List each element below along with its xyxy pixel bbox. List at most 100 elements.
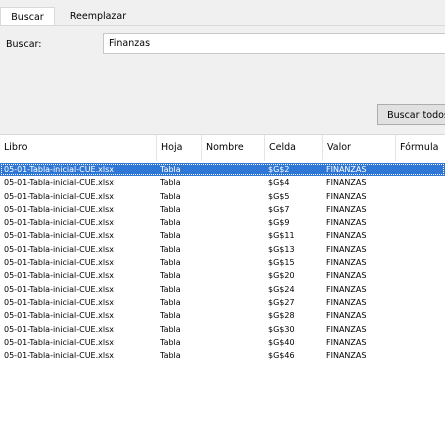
cell-valor: FINANZAS: [326, 351, 367, 361]
cell-hoja: Tabla: [160, 204, 181, 214]
cell-hoja: Tabla: [160, 284, 181, 294]
cell-libro: 05-01-Tabla-inicial-CUE.xlsx: [4, 218, 114, 228]
table-row[interactable]: 05-01-Tabla-inicial-CUE.xlsx Tabla $G$13 FI…: [0, 243, 445, 256]
cell-libro: 05-01-Tabla-inicial-CUE.xlsx: [4, 258, 114, 268]
table-row[interactable]: 05-01-Tabla-inicial-CUE.xlsx Tabla $G$28 FI…: [0, 309, 445, 322]
cell-nombre: [205, 296, 260, 309]
column-header-celda[interactable]: Celda: [265, 135, 323, 161]
cell-nombre: [205, 256, 260, 269]
table-row[interactable]: 05-01-Tabla-inicial-CUE.xlsx Tabla $G$15 FI…: [0, 256, 445, 269]
cell-celda: $G$11: [268, 231, 295, 241]
cell-celda: $G$4: [268, 178, 290, 188]
cell-hoja: Tabla: [160, 218, 181, 228]
cell-nombre: [205, 176, 260, 189]
cell-nombre: [205, 349, 260, 362]
cell-formula: [399, 283, 445, 296]
cell-valor: FINANZAS: [326, 191, 367, 201]
cell-nombre: [205, 203, 260, 216]
find-all-button[interactable]: Buscar todos: [377, 104, 445, 125]
cell-hoja: Tabla: [160, 258, 181, 268]
cell-formula: [399, 229, 445, 242]
cell-celda: $G$24: [268, 284, 295, 294]
table-row[interactable]: 05-01-Tabla-inicial-CUE.xlsx Tabla $G$30 FI…: [0, 323, 445, 336]
cell-hoja: Tabla: [160, 178, 181, 188]
cell-celda: $G$40: [268, 337, 295, 347]
table-row[interactable]: 05-01-Tabla-inicial-CUE.xlsx Tabla $G$20 FI…: [0, 269, 445, 282]
table-row[interactable]: 05-01-Tabla-inicial-CUE.xlsx Tabla $G$5 FIN…: [0, 190, 445, 203]
cell-formula: [399, 203, 445, 216]
cell-formula: [399, 296, 445, 309]
cell-valor: FINANZAS: [326, 165, 367, 174]
cell-valor: FINANZAS: [326, 297, 367, 307]
cell-libro: 05-01-Tabla-inicial-CUE.xlsx: [4, 297, 114, 307]
cell-celda: $G$46: [268, 351, 295, 361]
cell-celda: $G$2: [268, 165, 290, 174]
cell-valor: FINANZAS: [326, 258, 367, 268]
table-row[interactable]: 05-01-Tabla-inicial-CUE.xlsx Tabla $G$7 FIN…: [0, 203, 445, 216]
cell-valor: FINANZAS: [326, 244, 367, 254]
cell-valor: FINANZAS: [326, 231, 367, 241]
cell-valor: FINANZAS: [326, 204, 367, 214]
cell-libro: 05-01-Tabla-inicial-CUE.xlsx: [4, 337, 114, 347]
search-label: Buscar:: [6, 39, 42, 50]
cell-hoja: Tabla: [160, 271, 181, 281]
cell-valor: FINANZAS: [326, 178, 367, 188]
cell-formula: [399, 243, 445, 256]
cell-celda: $G$15: [268, 258, 295, 268]
cell-valor: FINANZAS: [326, 284, 367, 294]
cell-nombre: [205, 323, 260, 336]
cell-libro: 05-01-Tabla-inicial-CUE.xlsx: [4, 178, 114, 188]
table-row[interactable]: 05-01-Tabla-inicial-CUE.xlsx Tabla $G$11 FI…: [0, 229, 445, 242]
cell-celda: $G$28: [268, 311, 295, 321]
cell-hoja: Tabla: [160, 165, 181, 174]
cell-nombre: [205, 163, 260, 176]
cell-celda: $G$20: [268, 271, 295, 281]
cell-formula: [399, 190, 445, 203]
cell-celda: $G$30: [268, 324, 295, 334]
cell-formula: [399, 323, 445, 336]
cell-celda: $G$5: [268, 191, 290, 201]
table-row[interactable]: 05-01-Tabla-inicial-CUE.xlsx Tabla $G$40 FI…: [0, 336, 445, 349]
column-header-nombre[interactable]: Nombre: [202, 135, 265, 161]
cell-valor: FINANZAS: [326, 218, 367, 228]
cell-nombre: [205, 283, 260, 296]
cell-valor: FINANZAS: [326, 271, 367, 281]
cell-libro: 05-01-Tabla-inicial-CUE.xlsx: [4, 231, 114, 241]
cell-hoja: Tabla: [160, 337, 181, 347]
cell-celda: $G$7: [268, 204, 290, 214]
tab-buscar[interactable]: Buscar: [0, 7, 55, 26]
cell-valor: FINANZAS: [326, 311, 367, 321]
tab-reemplazar[interactable]: Reemplazar: [58, 7, 138, 26]
table-row[interactable]: 05-01-Tabla-inicial-CUE.xlsx Tabla $G$4 FIN…: [0, 176, 445, 189]
table-row-selected[interactable]: 05-01-Tabla-inicial-CUE.xlsx Tabla $G$2 FIN…: [0, 163, 445, 177]
table-row[interactable]: 05-01-Tabla-inicial-CUE.xlsx Tabla $G$46 FI…: [0, 349, 445, 362]
cell-hoja: Tabla: [160, 231, 181, 241]
column-header-valor[interactable]: Valor: [323, 135, 396, 161]
column-header-formula[interactable]: Fórmula: [396, 135, 445, 161]
cell-nombre: [205, 216, 260, 229]
cell-celda: $G$9: [268, 218, 290, 228]
cell-libro: 05-01-Tabla-inicial-CUE.xlsx: [4, 284, 114, 294]
table-row[interactable]: 05-01-Tabla-inicial-CUE.xlsx Tabla $G$24 FI…: [0, 283, 445, 296]
table-row[interactable]: 05-01-Tabla-inicial-CUE.xlsx Tabla $G$9 FIN…: [0, 216, 445, 229]
cell-nombre: [205, 309, 260, 322]
cell-libro: 05-01-Tabla-inicial-CUE.xlsx: [4, 351, 114, 361]
cell-libro: 05-01-Tabla-inicial-CUE.xlsx: [4, 271, 114, 281]
cell-formula: [399, 269, 445, 282]
table-row[interactable]: 05-01-Tabla-inicial-CUE.xlsx Tabla $G$27 FI…: [0, 296, 445, 309]
cell-hoja: Tabla: [160, 244, 181, 254]
cell-hoja: Tabla: [160, 351, 181, 361]
tab-bar: Buscar Reemplazar: [0, 0, 445, 26]
cell-nombre: [205, 229, 260, 242]
cell-nombre: [205, 190, 260, 203]
cell-formula: [399, 336, 445, 349]
cell-formula: [399, 216, 445, 229]
search-input[interactable]: Finanzas: [103, 33, 445, 54]
column-header-libro[interactable]: Libro: [0, 135, 157, 161]
column-header-hoja[interactable]: Hoja: [157, 135, 202, 161]
cell-hoja: Tabla: [160, 311, 181, 321]
cell-nombre: [205, 269, 260, 282]
cell-valor: FINANZAS: [326, 337, 367, 347]
cell-hoja: Tabla: [160, 297, 181, 307]
cell-nombre: [205, 336, 260, 349]
